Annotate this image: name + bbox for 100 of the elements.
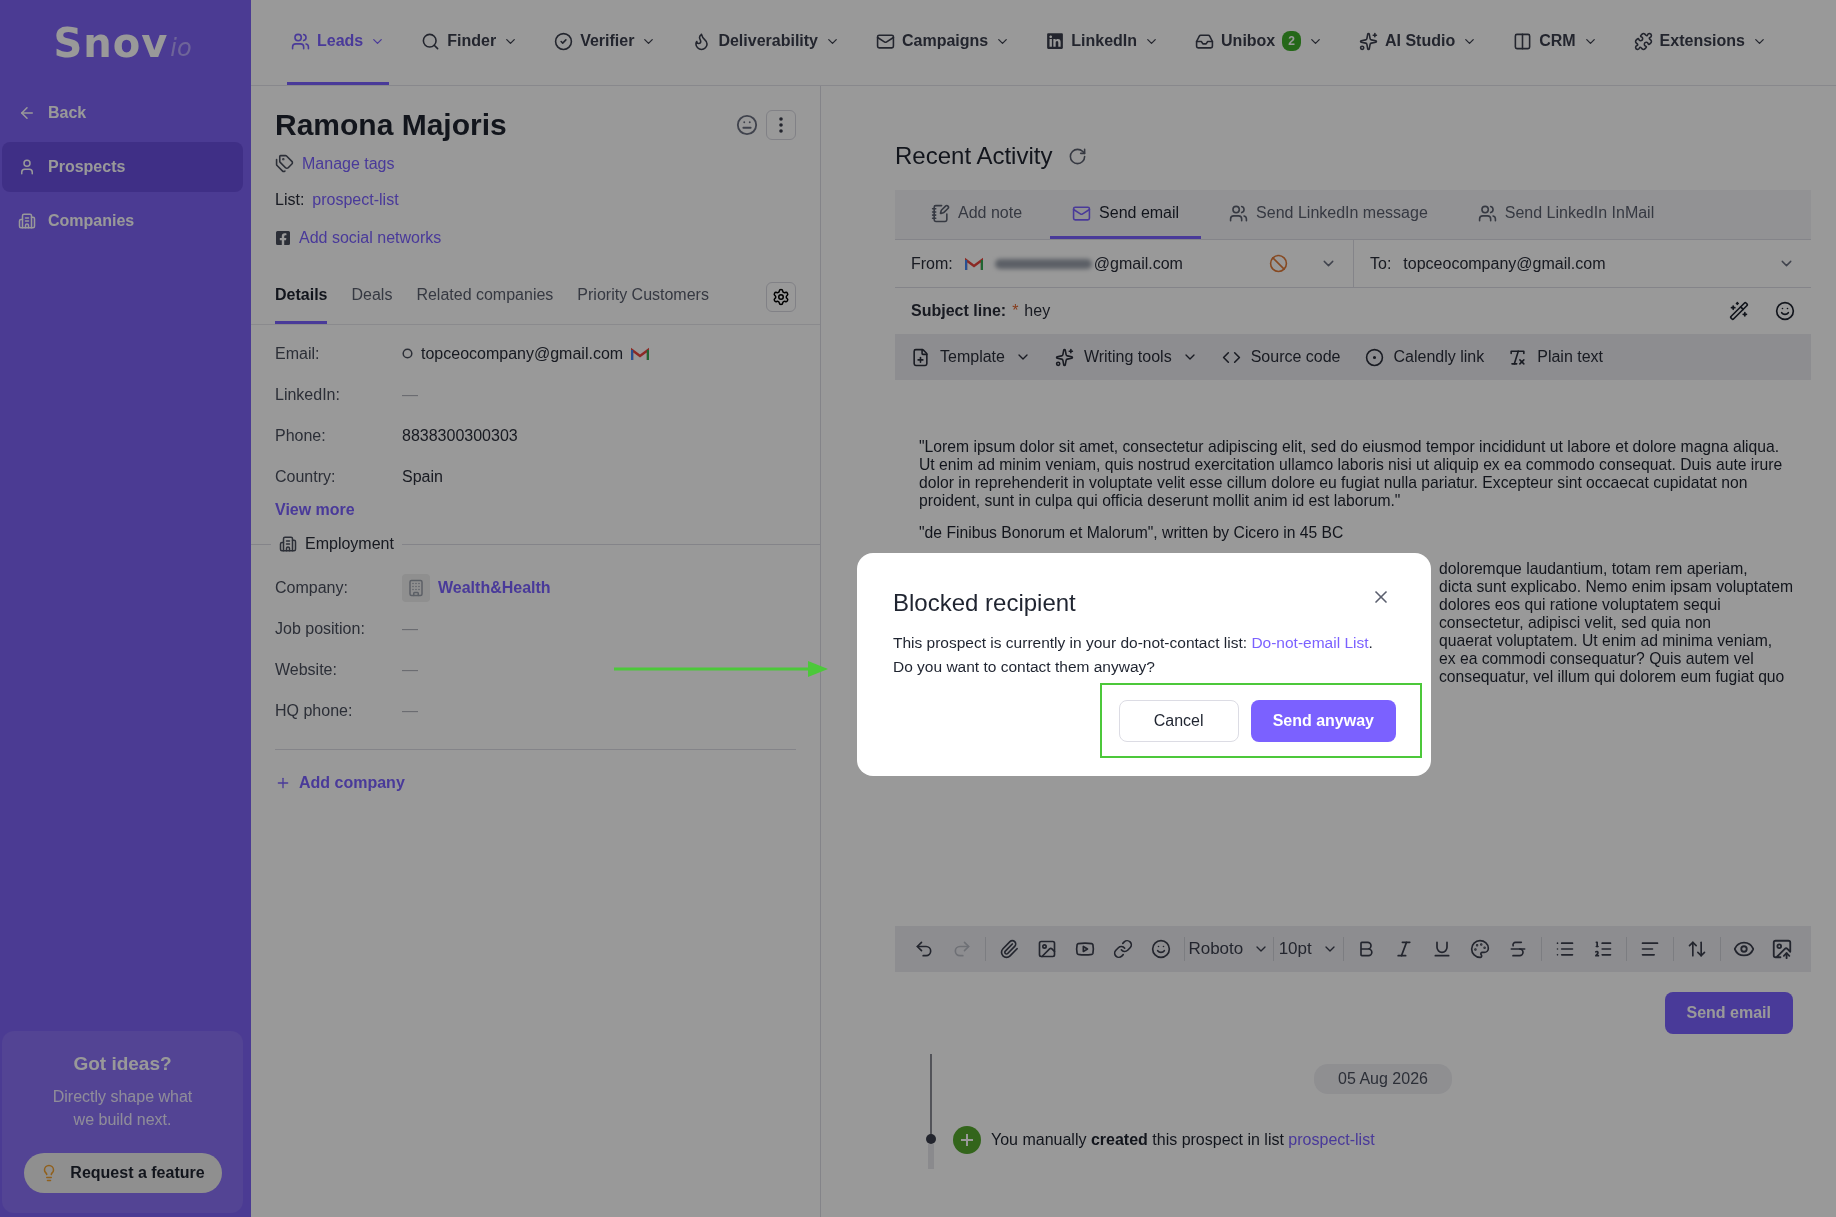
send-email-button[interactable]: Send email [1664,992,1793,1034]
more-button[interactable] [766,110,796,140]
toolbar-item[interactable]: Source code [1221,347,1341,367]
send-anyway-button[interactable]: Send anyway [1250,699,1396,742]
tab[interactable]: Details [275,269,328,324]
nav-icon [1513,31,1533,51]
toolbar-item[interactable]: Writing tools [1054,347,1198,367]
section-title: Recent Activity [895,142,1053,170]
company-link[interactable]: Wealth&Health [438,578,551,597]
nav-icon [876,31,895,51]
play-icon [1074,939,1095,959]
tab[interactable]: Deals [351,269,393,324]
from-label: From: [911,254,953,273]
subject-value: hey [1024,302,1051,320]
email-value: topceocompany@gmail.com [421,344,624,363]
tab[interactable]: Related companies [416,269,554,324]
empty-value: — [402,701,418,720]
toolbar-item[interactable]: Calendly link [1364,347,1485,367]
field-label: Email: [275,343,321,364]
palette-icon [1470,939,1491,959]
magic-wand-icon[interactable] [1729,301,1749,321]
subject-label: Subject line: [911,302,1007,320]
sidebar-item[interactable]: Prospects [2,142,243,192]
blocked-icon [1269,254,1288,273]
email-text-line: dolores eos qui ratione voluptatem sequi [1439,596,1722,614]
emoji-icon[interactable] [1775,301,1795,321]
nav-item[interactable]: LinkedIn [1042,0,1164,85]
view-more-link[interactable]: View more [275,501,355,519]
sidebar-item[interactable]: Back [2,88,243,138]
person-icon [18,158,36,176]
toolbar-item[interactable]: Template [911,347,1031,367]
tab[interactable]: Priority Customers [577,269,709,324]
company-logo-icon [402,573,430,602]
count-badge: 2 [1282,31,1301,51]
manage-tags-link[interactable]: Manage tags [302,154,395,173]
nav-icon [421,31,441,51]
more-icon [779,117,783,133]
people-icon [1229,203,1249,223]
list-link[interactable]: prospect-list [1288,1131,1375,1148]
nav-icon [291,31,310,51]
list-label: List: [275,191,305,209]
add-company-link[interactable]: Add company [299,774,405,792]
nav-item[interactable]: Finder [417,0,523,85]
nav-icon [1358,31,1378,51]
request-feature-button[interactable]: Request a feature [23,1153,222,1193]
envelope-icon [1072,203,1092,223]
toolbar-item[interactable]: Plain text [1508,347,1604,367]
nav-item[interactable]: Deliverability [688,0,844,85]
size-select[interactable]: 10pt [1277,931,1339,967]
empty-value: — [402,660,418,679]
settings-button[interactable] [766,281,796,312]
empty-value: — [402,619,418,638]
settings-icon [772,287,790,306]
cancel-button[interactable]: Cancel [1118,699,1239,742]
nav-icon [1195,31,1215,51]
field-label: Website: [275,659,338,680]
required-mark: * [1012,302,1019,320]
nav-item[interactable]: Verifier [550,0,661,85]
tab[interactable]: Add note [909,190,1045,239]
template-icon [911,347,930,367]
sparkles-icon [1054,347,1074,367]
add-social-link[interactable]: Add social networks [299,229,442,247]
email-text-line: quaerat voluptatem. Ut enim ad minima veniam, [1439,632,1774,650]
do-not-email-link[interactable]: Do-not-email List [1251,634,1369,651]
refresh-icon [1068,146,1088,166]
sidebar-item[interactable]: Companies [2,196,243,246]
face-icon [736,114,758,136]
to-label: To: [1370,254,1392,273]
field-label: Job position: [275,618,366,639]
nav-item[interactable]: Extensions [1629,0,1771,85]
to-email: topceocompany@gmail.com [1403,254,1606,273]
from-email: @gmail.com [1093,254,1183,273]
status-circle-icon [402,348,413,359]
numbered-list-icon [1593,939,1614,959]
section-title: Employment [305,535,394,553]
nav-item[interactable]: AI Studio [1354,0,1482,85]
nav-item[interactable]: Unibox 2 [1191,0,1327,85]
event-text: You manually created this prospect in list prospect-list [991,1131,1375,1149]
field-label: HQ phone: [275,700,354,721]
paperclip-icon [998,939,1019,959]
font-select[interactable]: Roboto [1188,931,1269,967]
empty-value: — [402,385,418,404]
tab[interactable]: Send LinkedIn message [1207,190,1450,239]
dialog-message: This prospect is currently in your do-not-contact list: Do-not-email List. Do you want to contact them anyway? [893,633,1374,677]
line-spacing-icon [1687,939,1708,959]
email-text-line: doloremque laudantium, totam rem aperiam, [1439,560,1749,578]
tab[interactable]: Send email [1050,190,1202,239]
promo-title: Got ideas? [73,1053,172,1075]
list-link[interactable]: prospect-list [312,191,399,209]
plus-circle-icon [953,1126,981,1154]
image-icon [1036,939,1057,959]
link-icon [1112,939,1133,959]
email-paragraph: "de Finibus Bonorum et Malorum", written by Cicero in 45 BC [919,524,1345,542]
nav-item[interactable]: Campaigns [872,0,1015,85]
bullet-list-icon [1555,939,1576,959]
tab[interactable]: Send LinkedIn InMail [1455,190,1677,239]
clear-format-icon [1508,347,1528,367]
field-value: Spain [402,467,443,486]
email-text-line: ex ea commodi consequatur? Quis autem vel [1439,650,1755,668]
nav-item[interactable]: CRM [1509,0,1602,85]
